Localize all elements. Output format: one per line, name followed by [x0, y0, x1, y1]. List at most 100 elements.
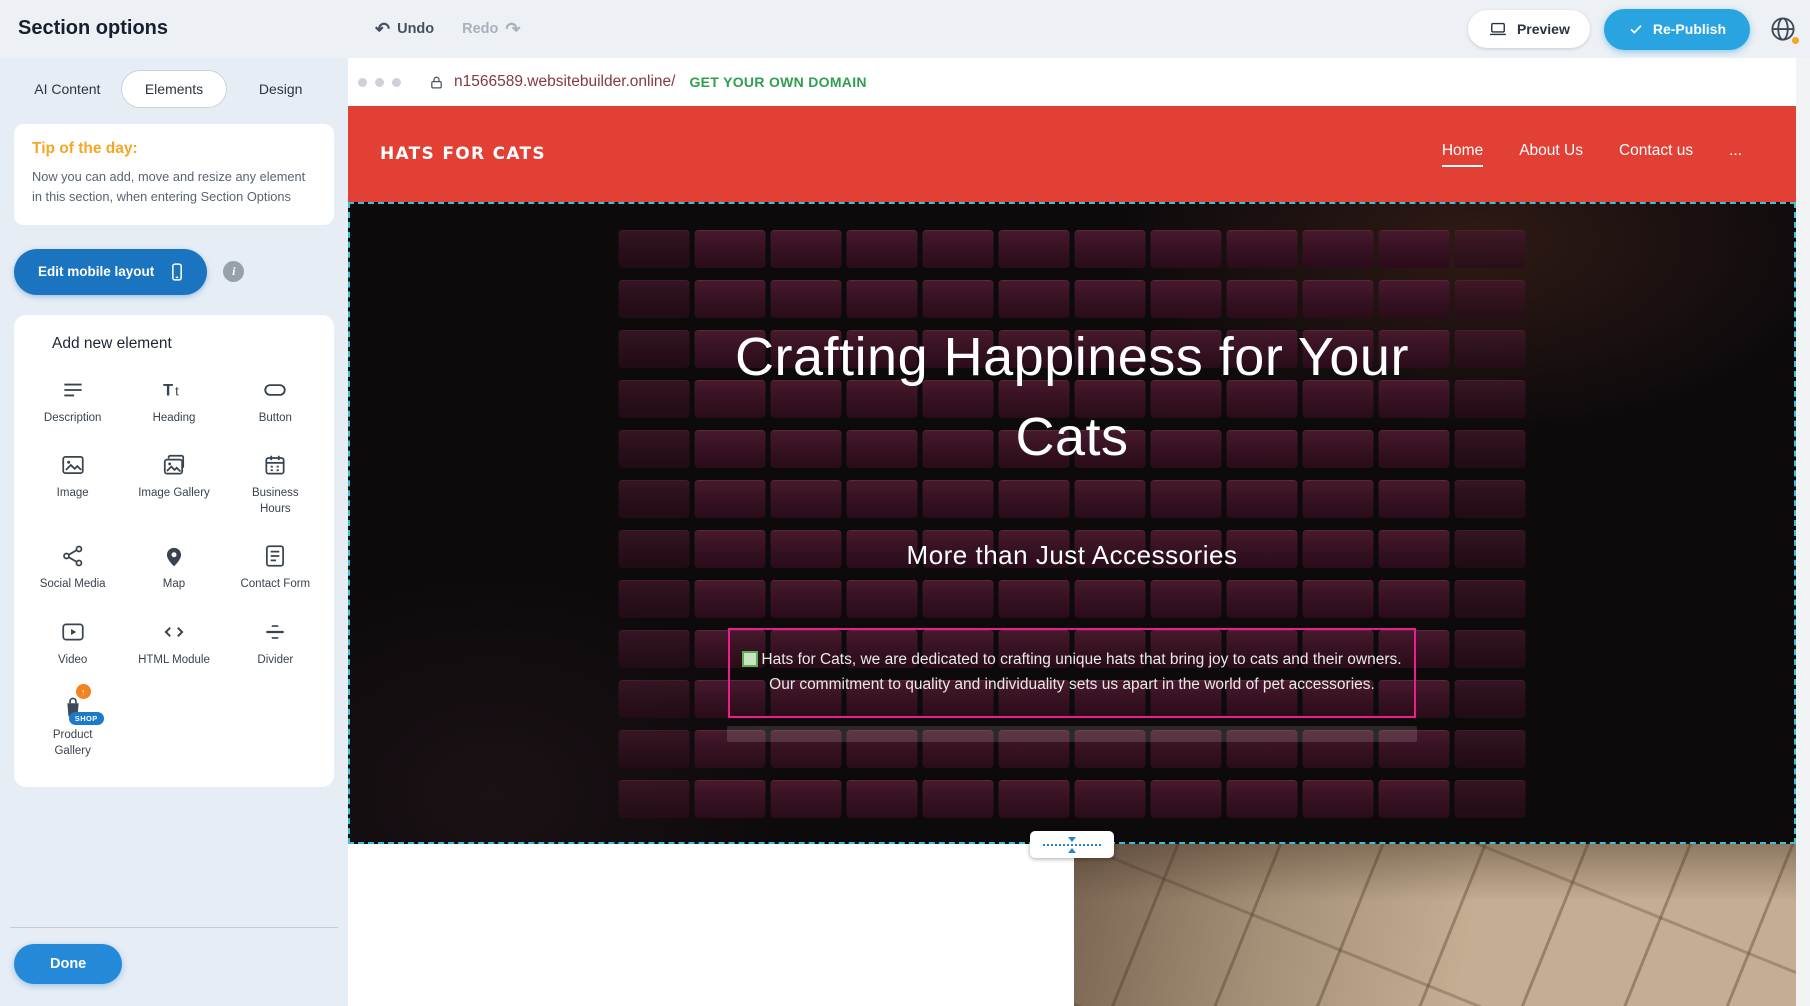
lock-icon	[429, 75, 444, 90]
paragraph-selection-box[interactable]: Hats for Cats, we are dedicated to craft…	[728, 628, 1416, 718]
brick	[619, 230, 690, 268]
topbar-actions: Preview Re-Publish	[1468, 0, 1802, 58]
hero-paragraph[interactable]: Hats for Cats, we are dedicated to craft…	[740, 648, 1404, 698]
brick	[999, 280, 1070, 318]
sidebar-tabs: AI Content Elements Design	[14, 70, 334, 108]
brick	[1303, 230, 1374, 268]
tab-elements[interactable]: Elements	[121, 70, 228, 108]
element-social-media[interactable]: Social Media	[22, 531, 123, 601]
window-dots	[358, 78, 401, 87]
site-logo[interactable]: HATS FOR CATS	[380, 144, 546, 164]
nav-item-contact[interactable]: Contact us	[1619, 142, 1693, 167]
republish-button[interactable]: Re-Publish	[1604, 9, 1750, 50]
section-resize-handle[interactable]	[1030, 831, 1114, 858]
tip-title: Tip of the day:	[32, 140, 316, 158]
element-button[interactable]: Button	[225, 365, 326, 435]
site-header[interactable]: HATS FOR CATS Home About Us Contact us .…	[348, 106, 1796, 202]
nav-item-about[interactable]: About Us	[1519, 142, 1583, 167]
image-icon	[60, 450, 86, 480]
notification-dot	[1792, 37, 1799, 44]
brick	[695, 580, 766, 618]
brick	[1455, 430, 1526, 468]
brick	[619, 380, 690, 418]
brick	[1379, 580, 1450, 618]
element-map[interactable]: Map	[123, 531, 224, 601]
tip-card: Tip of the day: Now you can add, move an…	[14, 124, 334, 225]
language-globe-button[interactable]	[1764, 10, 1802, 48]
brick	[923, 280, 994, 318]
window-dot	[392, 78, 401, 87]
element-divider[interactable]: Divider	[225, 607, 326, 677]
element-business-hours[interactable]: Business Hours	[225, 440, 326, 525]
tab-design[interactable]: Design	[227, 70, 334, 108]
redo-button[interactable]: Redo ↷	[462, 20, 520, 38]
brick	[695, 280, 766, 318]
main-canvas: n1566589.websitebuilder.online/ GET YOUR…	[348, 58, 1810, 1006]
element-html-module[interactable]: HTML Module	[123, 607, 224, 677]
brick	[1151, 280, 1222, 318]
map-icon	[161, 541, 187, 571]
shop-badge: SHOP	[69, 712, 104, 725]
stone-tiles-image	[1074, 844, 1796, 1006]
site-url[interactable]: n1566589.websitebuilder.online/	[454, 73, 675, 91]
hero-subheading[interactable]: More than Just Accessories	[348, 540, 1796, 571]
brick	[1227, 280, 1298, 318]
svg-text:T: T	[163, 381, 173, 399]
tip-body: Now you can add, move and resize any ele…	[32, 167, 316, 207]
brick	[1303, 780, 1374, 818]
undo-button[interactable]: ↶ Undo	[375, 20, 434, 38]
done-button[interactable]: Done	[14, 944, 122, 984]
element-image[interactable]: Image	[22, 440, 123, 525]
page-title: Section options	[18, 17, 168, 40]
element-heading[interactable]: T t Heading	[123, 365, 224, 435]
brick	[1075, 580, 1146, 618]
undo-label: Undo	[397, 21, 434, 37]
element-grid: Description T t Heading Button	[22, 365, 326, 768]
brick	[1303, 480, 1374, 518]
edit-mobile-layout-button[interactable]: Edit mobile layout	[14, 249, 207, 295]
brick	[619, 730, 690, 768]
brick	[1151, 580, 1222, 618]
element-contact-form[interactable]: Contact Form	[225, 531, 326, 601]
brick	[771, 230, 842, 268]
element-product-gallery[interactable]: ↑ SHOP Product Gallery	[22, 682, 123, 767]
brick	[1455, 780, 1526, 818]
brick	[1075, 280, 1146, 318]
info-icon[interactable]: i	[223, 261, 244, 282]
contact-form-icon	[262, 541, 288, 571]
brick	[1075, 480, 1146, 518]
brick	[1303, 580, 1374, 618]
brick	[847, 480, 918, 518]
element-video[interactable]: Video	[22, 607, 123, 677]
brick	[923, 230, 994, 268]
brick	[1455, 580, 1526, 618]
brick	[1151, 780, 1222, 818]
sidebar-divider	[10, 927, 338, 928]
hero-section[interactable]: Crafting Happiness for Your Cats More th…	[348, 202, 1796, 844]
svg-text:t: t	[175, 383, 179, 398]
brick	[695, 480, 766, 518]
nav-item-home[interactable]: Home	[1442, 142, 1483, 167]
next-section[interactable]	[348, 844, 1796, 1006]
topbar: Section options ↶ Undo Redo ↷ Preview	[0, 0, 1810, 58]
element-image-gallery[interactable]: Image Gallery	[123, 440, 224, 525]
resize-arrow-up-icon	[1068, 848, 1076, 853]
get-domain-link[interactable]: GET YOUR OWN DOMAIN	[689, 74, 866, 90]
brick	[1455, 630, 1526, 668]
tab-ai-content[interactable]: AI Content	[14, 70, 121, 108]
social-media-icon	[60, 541, 86, 571]
business-hours-icon	[262, 450, 288, 480]
brick	[619, 330, 690, 368]
preview-button[interactable]: Preview	[1468, 10, 1590, 48]
element-description[interactable]: Description	[22, 365, 123, 435]
nav-item-more[interactable]: ...	[1729, 142, 1742, 167]
hero-heading[interactable]: Crafting Happiness for Your Cats	[727, 318, 1417, 478]
phone-icon	[167, 262, 187, 282]
brick	[1455, 280, 1526, 318]
history-controls: ↶ Undo Redo ↷	[375, 0, 520, 58]
brick	[619, 630, 690, 668]
brick	[847, 230, 918, 268]
brick	[1455, 330, 1526, 368]
brick	[923, 580, 994, 618]
green-resize-handle[interactable]	[742, 651, 758, 667]
